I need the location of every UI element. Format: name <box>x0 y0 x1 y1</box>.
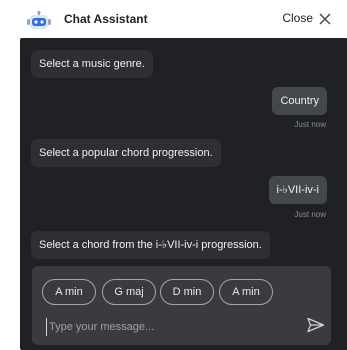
message-composer: A min G maj D min A min Type your messag… <box>32 266 331 345</box>
chord-option-chip[interactable]: A min <box>42 279 96 305</box>
bot-message: Select a music genre. <box>31 50 153 78</box>
bot-message: Select a chord from the i-♭VII-iv-i prog… <box>31 231 270 259</box>
robot-icon <box>27 10 51 31</box>
send-icon[interactable] <box>307 317 325 333</box>
close-label: Close <box>282 11 313 25</box>
message-timestamp: Just now <box>294 210 326 219</box>
chat-window: Chat Assistant Close Select a music genr… <box>0 0 347 350</box>
close-button[interactable]: Close <box>282 11 331 25</box>
chord-option-chip[interactable]: A min <box>219 279 273 305</box>
user-message: i-♭VII-iv-i <box>268 176 327 204</box>
user-message: Country <box>272 87 327 115</box>
bot-message: Select a popular chord progression. <box>31 139 221 167</box>
chat-header: Chat Assistant Close <box>0 0 347 38</box>
chord-option-chip[interactable]: D min <box>160 279 214 305</box>
chat-panel: Select a music genre. Country Just now S… <box>20 38 347 350</box>
message-timestamp: Just now <box>294 120 326 129</box>
chord-option-chip[interactable]: G maj <box>102 279 156 305</box>
close-icon <box>319 12 331 25</box>
chat-title: Chat Assistant <box>64 12 148 26</box>
message-input[interactable]: Type your message... <box>46 318 296 336</box>
